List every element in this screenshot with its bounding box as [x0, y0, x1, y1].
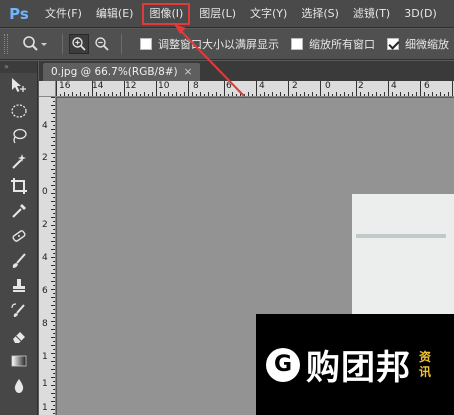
ruler-label: 4 — [259, 81, 265, 91]
ruler-label: 0 — [42, 187, 48, 197]
watermark-text: 购团邦 — [306, 348, 411, 388]
magnifier-icon — [23, 36, 47, 51]
menu-select[interactable]: 选择(S) — [294, 0, 346, 28]
stamp-icon — [13, 278, 25, 292]
scrubby-zoom-label: 细微缩放 — [405, 38, 449, 51]
lasso-tool[interactable] — [0, 123, 38, 148]
crop-tool[interactable] — [0, 173, 38, 198]
eraser-tool[interactable] — [0, 323, 38, 348]
zoom-all-windows-label: 缩放所有窗口 — [309, 38, 375, 51]
image-detail — [356, 234, 446, 238]
healing-brush-tool[interactable] — [0, 223, 38, 248]
scrubby-zoom-option[interactable]: 细微缩放 — [387, 36, 449, 52]
gradient-tool[interactable] — [0, 348, 38, 373]
ruler-label: 2 — [42, 220, 48, 230]
options-bar: 调整窗口大小以满屏显示 缩放所有窗口 细微缩放 — [0, 29, 454, 60]
blur-tool[interactable] — [0, 373, 38, 398]
ruler-label: 4 — [391, 81, 397, 91]
zoom-out-button[interactable] — [92, 34, 112, 54]
ruler-origin[interactable] — [39, 81, 56, 97]
move-tool[interactable] — [0, 73, 38, 98]
ruler-label: 6 — [42, 286, 48, 296]
zoom-out-icon — [95, 37, 109, 51]
menu-filter[interactable]: 滤镜(T) — [346, 0, 397, 28]
ruler-label: 12 — [125, 81, 137, 91]
ruler-label: 2 — [358, 81, 364, 91]
watermark-logo-icon: G — [266, 347, 300, 382]
ruler-label: 1 — [42, 403, 48, 413]
menu-3d[interactable]: 3D(D) — [397, 0, 444, 28]
photoshop-logo: Ps — [9, 4, 29, 23]
menu-layer[interactable]: 图层(L) — [192, 0, 243, 28]
ruler-label: 2 — [42, 153, 48, 163]
ruler-label: 1 — [42, 379, 48, 389]
menu-bar: Ps 文件(F) 编辑(E) 图像(I) 图层(L) 文字(Y) 选择(S) 滤… — [0, 0, 454, 28]
resize-window-option[interactable]: 调整窗口大小以满屏显示 — [140, 36, 279, 52]
ruler-label: 8 — [193, 81, 199, 91]
ruler-label: 6 — [424, 81, 430, 91]
ruler-label: 0 — [325, 81, 331, 91]
ruler-label: 1 — [42, 352, 48, 362]
tools-panel-header[interactable]: » — [0, 61, 37, 73]
menu-type[interactable]: 文字(Y) — [243, 0, 294, 28]
tools-panel: » — [0, 61, 38, 415]
ruler-label: 10 — [158, 81, 170, 91]
vertical-ruler[interactable]: 4 2 0 2 4 6 8 1 1 1 — [39, 97, 56, 415]
gradient-icon — [11, 355, 27, 366]
menu-edit[interactable]: 编辑(E) — [89, 0, 141, 28]
resize-window-label: 调整窗口大小以满屏显示 — [158, 38, 279, 51]
brush-icon — [12, 252, 26, 268]
separator — [121, 34, 122, 54]
ruler-label: 6 — [226, 81, 232, 91]
ruler-label: 2 — [292, 81, 298, 91]
zoom-in-icon — [72, 37, 86, 51]
ruler-label: 8 — [42, 319, 48, 329]
magic-wand-tool[interactable] — [0, 148, 38, 173]
horizontal-ruler[interactable]: 16 14 12 10 8 6 4 2 0 2 4 6 — [56, 81, 454, 97]
options-grip[interactable] — [4, 34, 8, 54]
menu-file[interactable]: 文件(F) — [38, 0, 89, 28]
ruler-label: 4 — [42, 253, 48, 263]
eyedropper-icon — [12, 203, 26, 218]
document-tab[interactable]: 0.jpg @ 66.7%(RGB/8#) × — [43, 63, 201, 81]
ruler-label: 4 — [42, 121, 48, 131]
marquee-tool[interactable] — [0, 98, 38, 123]
eraser-icon — [13, 331, 25, 343]
watermark-side-text: 资讯 — [419, 349, 432, 379]
droplet-icon — [14, 378, 24, 393]
zoom-all-windows-option[interactable]: 缩放所有窗口 — [291, 36, 375, 52]
zoom-in-button[interactable] — [69, 34, 89, 54]
history-brush-icon — [11, 302, 25, 317]
watermark: G 购团邦 资讯 — [256, 314, 454, 415]
ruler-label: 16 — [59, 81, 71, 91]
bandage-icon — [12, 229, 26, 242]
resize-window-checkbox[interactable] — [140, 38, 152, 50]
ellipse-marquee-icon — [11, 103, 27, 118]
ruler-label: 14 — [92, 81, 104, 91]
zoom-tool-preset-picker[interactable] — [20, 32, 50, 56]
clone-stamp-tool[interactable] — [0, 273, 38, 298]
zoom-all-windows-checkbox[interactable] — [291, 38, 303, 50]
move-icon — [12, 77, 26, 92]
document-tab-bar: 0.jpg @ 66.7%(RGB/8#) × — [39, 61, 454, 81]
lasso-icon — [13, 128, 27, 143]
history-brush-tool[interactable] — [0, 298, 38, 323]
scrubby-zoom-checkbox[interactable] — [387, 38, 399, 50]
eyedropper-tool[interactable] — [0, 198, 38, 223]
crop-icon — [11, 177, 27, 194]
magic-wand-icon — [12, 153, 26, 169]
document-tab-title: 0.jpg @ 66.7%(RGB/8#) — [51, 66, 178, 78]
separator — [62, 34, 63, 54]
brush-tool[interactable] — [0, 248, 38, 273]
menu-image[interactable]: 图像(I) — [142, 2, 191, 25]
close-icon[interactable]: × — [184, 66, 193, 78]
